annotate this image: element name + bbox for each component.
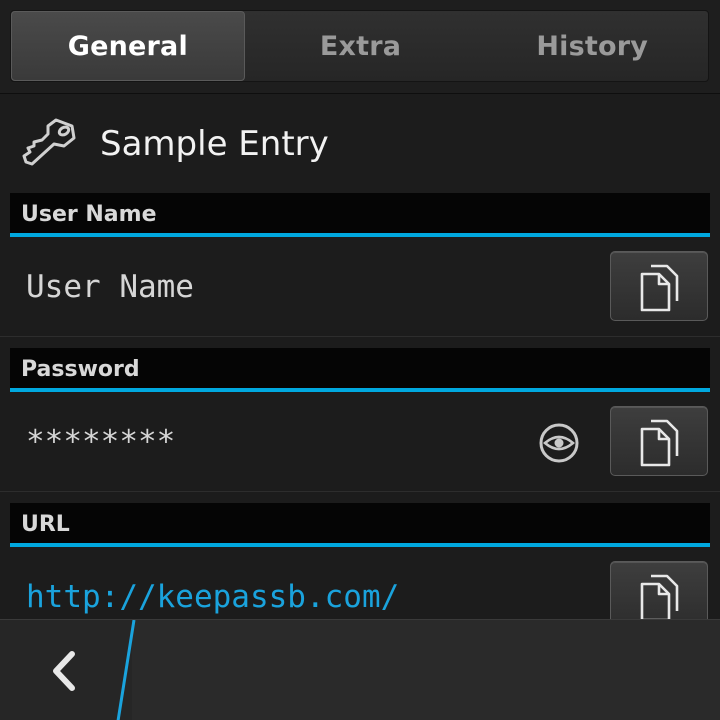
chevron-left-icon (53, 651, 75, 691)
password-row: ******** (0, 392, 720, 492)
username-row: User Name (0, 237, 720, 337)
eye-icon[interactable] (534, 418, 584, 468)
copy-icon (640, 574, 679, 622)
password-value[interactable]: ******** (26, 424, 175, 460)
password-header: Password (10, 348, 710, 392)
copy-icon (640, 264, 679, 312)
tab-history[interactable]: History (476, 11, 708, 81)
url-header: URL (10, 503, 710, 547)
copy-icon (640, 419, 679, 467)
copy-password-button[interactable] (610, 406, 708, 476)
action-bar-divider (116, 620, 136, 720)
tab-extra[interactable]: Extra (245, 11, 477, 81)
username-header: User Name (10, 193, 710, 237)
action-bar (0, 619, 720, 720)
username-header-label: User Name (21, 202, 157, 227)
password-header-label: Password (21, 357, 140, 382)
tab-general[interactable]: General (11, 11, 245, 81)
url-link[interactable]: http://keepassb.com/ (26, 579, 399, 615)
copy-username-button[interactable] (610, 251, 708, 321)
key-icon (22, 118, 76, 166)
segmented-tabs: General Extra History (10, 10, 709, 82)
username-value[interactable]: User Name (26, 269, 194, 305)
tab-bar: General Extra History (0, 0, 720, 94)
url-header-label: URL (21, 512, 70, 537)
entry-title: Sample Entry (100, 124, 329, 164)
